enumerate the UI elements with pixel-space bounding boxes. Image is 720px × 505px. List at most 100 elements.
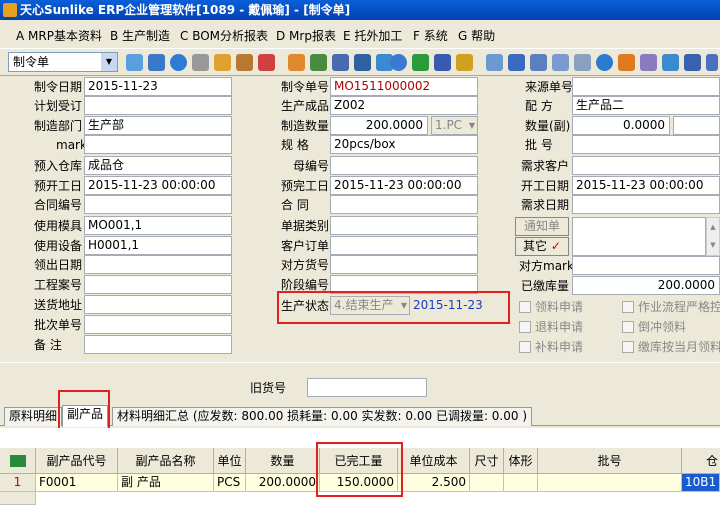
menu-mrp-report[interactable]: D Mrp报表 [276,27,336,44]
menu-production[interactable]: B 生产制造 [110,27,170,44]
checkbox-strict-flow[interactable]: 作业流程严格控 [622,299,720,315]
equipment-field[interactable]: H0001,1 [84,236,232,255]
form-icon[interactable] [574,54,591,71]
lot-no-field[interactable] [572,135,720,154]
col-header[interactable]: 副产品名称 [118,448,214,474]
tab-material-summary[interactable]: 材料明细汇总 (应发数: 800.00 损耗量: 0.00 实发数: 0.00 … [112,407,533,426]
partner-mark-field[interactable] [572,256,720,275]
col-header[interactable]: 已完工量 [320,448,398,474]
checkbox-backflush[interactable]: 倒冲领料 [622,319,686,335]
table-icon[interactable] [310,54,327,71]
col-header[interactable]: 数量 [246,448,320,474]
form-select[interactable]: 制令单 ▼ [8,52,118,72]
col-header[interactable]: 仓 [682,448,720,474]
mark-field[interactable] [84,135,232,154]
table-row-empty[interactable] [0,492,720,505]
demand-customer-field[interactable] [572,156,720,175]
chevron-down-icon[interactable]: ▼ [101,53,117,71]
cell-completed[interactable]: 150.0000 [320,474,398,492]
start-date-field[interactable]: 2015-11-23 00:00:00 [572,176,720,195]
notice-button[interactable]: 通知单 [515,217,569,236]
print-icon[interactable] [192,54,209,71]
edit-icon[interactable] [618,54,635,71]
globe-icon[interactable] [170,54,187,71]
checkbox-material-request[interactable]: 领料申请 [519,299,583,315]
warehouse-field[interactable]: 成品仓 [84,156,232,175]
more-icon[interactable] [706,54,718,71]
formula-field[interactable]: 生产品二 [572,96,720,115]
partner-item-field[interactable] [330,255,478,274]
cell-lot[interactable] [538,474,682,492]
preview-icon[interactable] [640,54,657,71]
copy-icon[interactable] [486,54,503,71]
cell-size[interactable] [470,474,504,492]
arrow-icon[interactable] [354,54,371,71]
department-field[interactable]: 生产部 [84,116,232,135]
cell-warehouse[interactable]: 10B1 [682,474,720,492]
table-row[interactable]: 1 F0001 副 产品 PCS 200.0000 150.0000 2.500… [0,474,720,492]
col-header[interactable]: 尺寸 [470,448,504,474]
stocked-qty-field[interactable]: 200.0000 [572,276,720,295]
other-memo-field[interactable] [572,217,706,256]
col-header[interactable]: 体形 [504,448,538,474]
old-item-field[interactable] [307,378,427,397]
qty-secondary-field[interactable]: 0.0000 [572,116,670,135]
issue-date-field[interactable] [84,255,232,274]
contract-field[interactable] [330,195,478,214]
hierarchy-icon[interactable] [662,54,679,71]
cell-unit[interactable]: PCS [214,474,246,492]
menu-outsource[interactable]: E 托外加工 [343,27,402,44]
memo-scrollbar[interactable]: ▲ ▼ [706,217,720,256]
status-select[interactable]: 4.结束生产 ▼ [330,296,410,315]
image-icon[interactable] [332,54,349,71]
calendar-icon[interactable] [530,54,547,71]
remark-field[interactable] [84,335,232,354]
grid-corner[interactable] [0,448,36,474]
unit-select[interactable]: 1.PC ▼ [431,116,478,135]
cell-code[interactable]: F0001 [36,474,118,492]
customer-order-field[interactable] [330,236,478,255]
mold-field[interactable]: MO001,1 [84,216,232,235]
dollar-icon[interactable] [456,54,473,71]
house-icon[interactable] [258,54,275,71]
lock-icon[interactable] [214,54,231,71]
planned-order-field[interactable] [84,96,232,115]
report-icon[interactable] [552,54,569,71]
menu-mrp-basic[interactable]: A MRP基本资料 [16,27,102,44]
col-header[interactable]: 单位 [214,448,246,474]
project-no-field[interactable] [84,275,232,294]
doc-type-field[interactable] [330,216,478,235]
order-date-field[interactable]: 2015-11-23 [84,77,232,96]
menu-system[interactable]: F 系统 [413,27,448,44]
cell-name[interactable]: 副 产品 [118,474,214,492]
col-header[interactable]: 单位成本 [398,448,470,474]
cell-unit-cost[interactable]: 2.500 [398,474,470,492]
checkbox-supplement-request[interactable]: 补料申请 [519,339,583,355]
quantity-field[interactable]: 200.0000 [330,116,428,135]
delivery-address-field[interactable] [84,295,232,314]
excel-icon[interactable] [9,455,26,467]
parent-no-field[interactable] [330,156,478,175]
money-icon[interactable] [412,54,429,71]
batch-no-field[interactable] [84,315,232,334]
briefcase-icon[interactable] [236,54,253,71]
users-icon[interactable] [288,54,305,71]
new-icon[interactable] [126,54,143,71]
stage-no-field[interactable] [330,275,478,294]
cell-shape[interactable] [504,474,538,492]
contract-no-field[interactable] [84,195,232,214]
source-no-field[interactable] [572,77,720,96]
planned-finish-field[interactable]: 2015-11-23 00:00:00 [330,176,478,195]
grid-icon[interactable] [684,54,701,71]
save-icon[interactable] [148,54,165,71]
menu-help[interactable]: G 帮助 [458,27,495,44]
tab-by-product[interactable]: 副产品 [62,405,109,427]
spec-field[interactable]: 20pcs/box [330,135,478,154]
menu-bom-report[interactable]: C BOM分析报表 [180,27,268,44]
col-header[interactable]: 副产品代号 [36,448,118,474]
list-icon[interactable] [508,54,525,71]
checkbox-return-request[interactable]: 退料申请 [519,319,583,335]
tab-material-detail[interactable]: 原料明细 [4,407,63,426]
planned-start-field[interactable]: 2015-11-23 00:00:00 [84,176,232,195]
demand-date-field[interactable] [572,195,720,214]
